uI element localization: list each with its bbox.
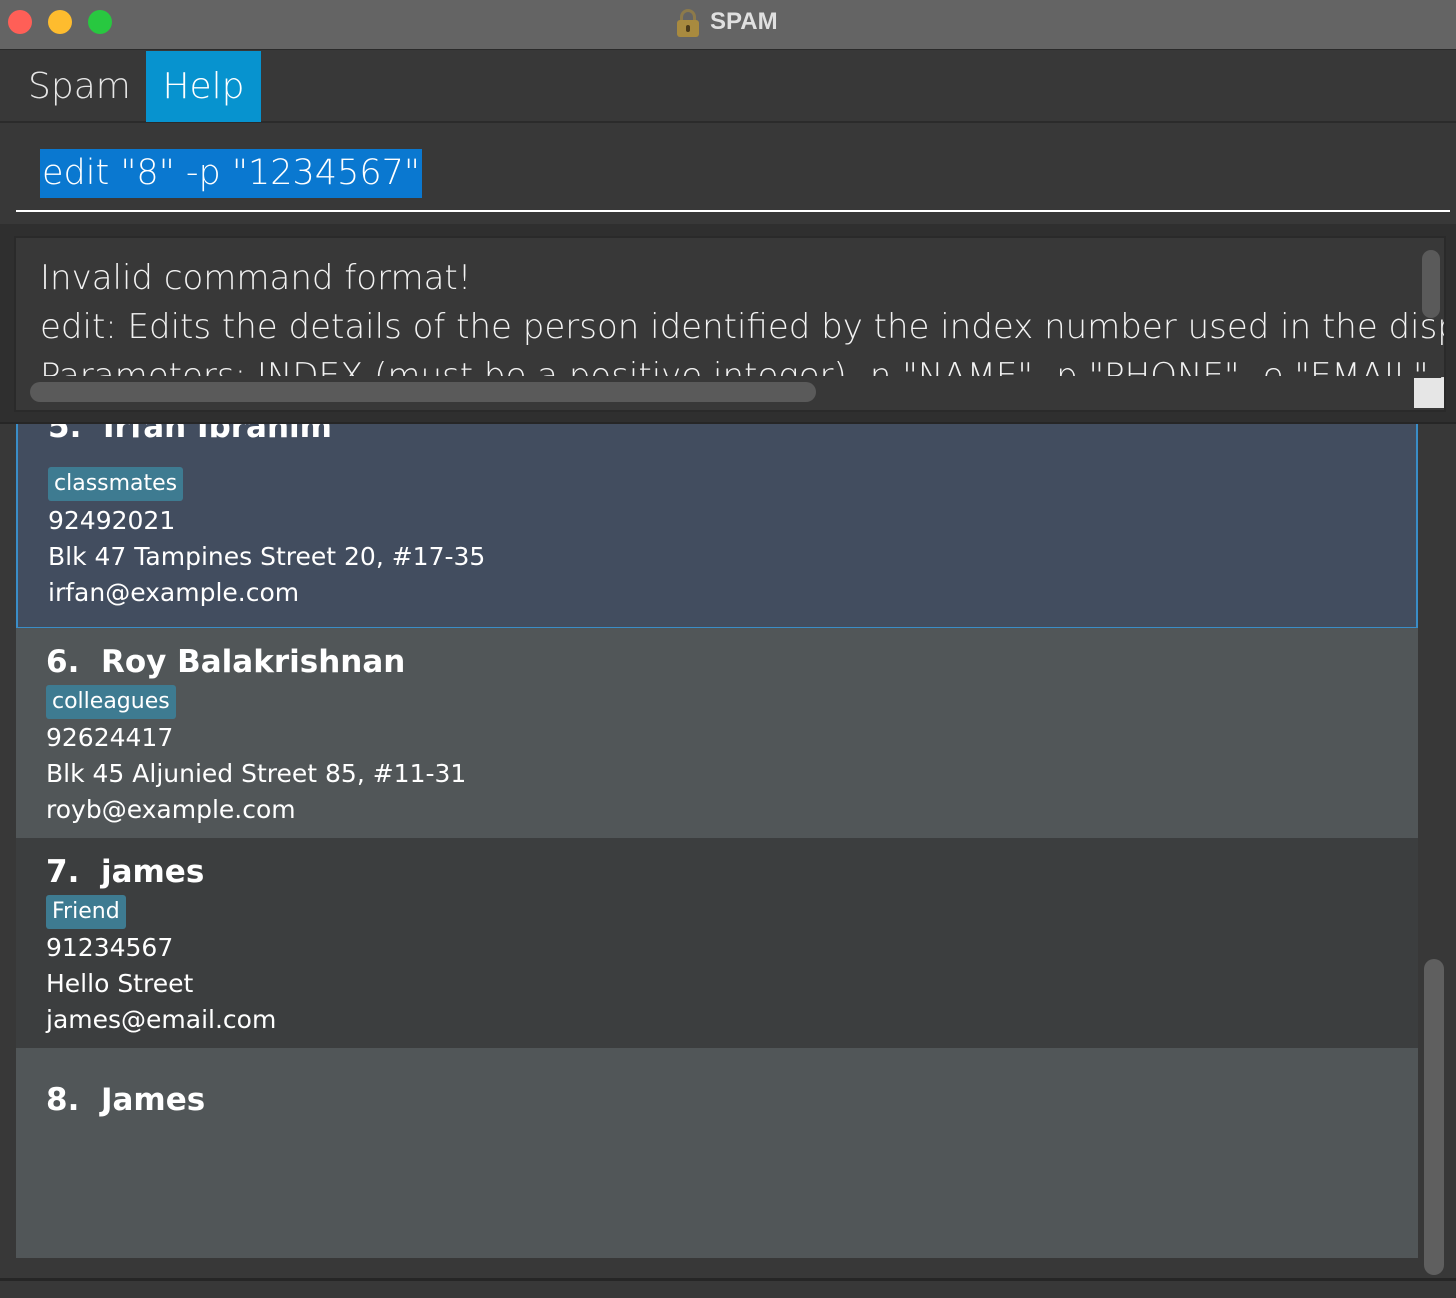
command-input[interactable]: edit "8" -p "1234567" [16, 124, 1450, 212]
person-name: 6. Roy Balakrishnan [46, 644, 406, 680]
person-phone: 92624417 [46, 723, 174, 752]
person-list-scrollbar[interactable] [1424, 959, 1444, 1275]
close-window-button[interactable] [8, 10, 32, 34]
person-address: Blk 47 Tampines Street 20, #17-35 [48, 542, 486, 571]
person-card-8[interactable]: 8. James [16, 1048, 1418, 1258]
person-name: 8. James [46, 1082, 206, 1118]
person-phone: 92492021 [48, 506, 176, 535]
menu-spam[interactable]: Spam [8, 51, 151, 122]
person-email: james@email.com [46, 1005, 277, 1034]
person-address: Hello Street [46, 969, 194, 998]
person-address: Blk 45 Aljunied Street 85, #11-31 [46, 759, 467, 788]
result-display-panel: Invalid command format! edit: Edits the … [0, 224, 1456, 424]
command-box: edit "8" -p "1234567" [0, 124, 1456, 224]
person-phone: 91234567 [46, 933, 174, 962]
menu-bar: Spam Help [0, 51, 1456, 123]
command-input-text[interactable]: edit "8" -p "1234567" [40, 149, 422, 198]
title-bar: SPAM [0, 0, 1456, 50]
person-list[interactable]: 5. Irfan Ibrahim classmates 92492021 Blk… [16, 424, 1418, 1258]
result-vertical-scrollbar[interactable] [1422, 250, 1440, 318]
menu-help[interactable]: Help [146, 51, 261, 122]
person-list-panel: 5. Irfan Ibrahim classmates 92492021 Blk… [0, 424, 1456, 1280]
person-name: 5. Irfan Ibrahim [48, 424, 332, 445]
person-email: irfan@example.com [48, 578, 300, 607]
result-line-2: edit: Edits the details of the person id… [40, 307, 1446, 347]
person-email: royb@example.com [46, 795, 296, 824]
person-card-7[interactable]: 7. james Friend 91234567 Hello Street ja… [16, 838, 1418, 1048]
window-title: SPAM [710, 8, 778, 35]
result-line-1: Invalid command format! [40, 258, 472, 298]
window-title-group: SPAM [676, 6, 778, 38]
result-horizontal-scrollbar[interactable] [30, 382, 816, 402]
minimize-window-button[interactable] [48, 10, 72, 34]
scroll-corner [1414, 378, 1444, 408]
person-name: 7. james [46, 854, 205, 890]
status-bar [0, 1278, 1456, 1298]
person-card-5[interactable]: 5. Irfan Ibrahim classmates 92492021 Blk… [16, 424, 1418, 629]
person-tag: colleagues [46, 685, 176, 719]
result-display[interactable]: Invalid command format! edit: Edits the … [14, 236, 1446, 412]
maximize-window-button[interactable] [88, 10, 112, 34]
person-tag: classmates [48, 467, 184, 501]
person-card-6[interactable]: 6. Roy Balakrishnan colleagues 92624417 … [16, 628, 1418, 838]
lock-icon [676, 7, 700, 37]
person-tag: Friend [46, 895, 126, 929]
